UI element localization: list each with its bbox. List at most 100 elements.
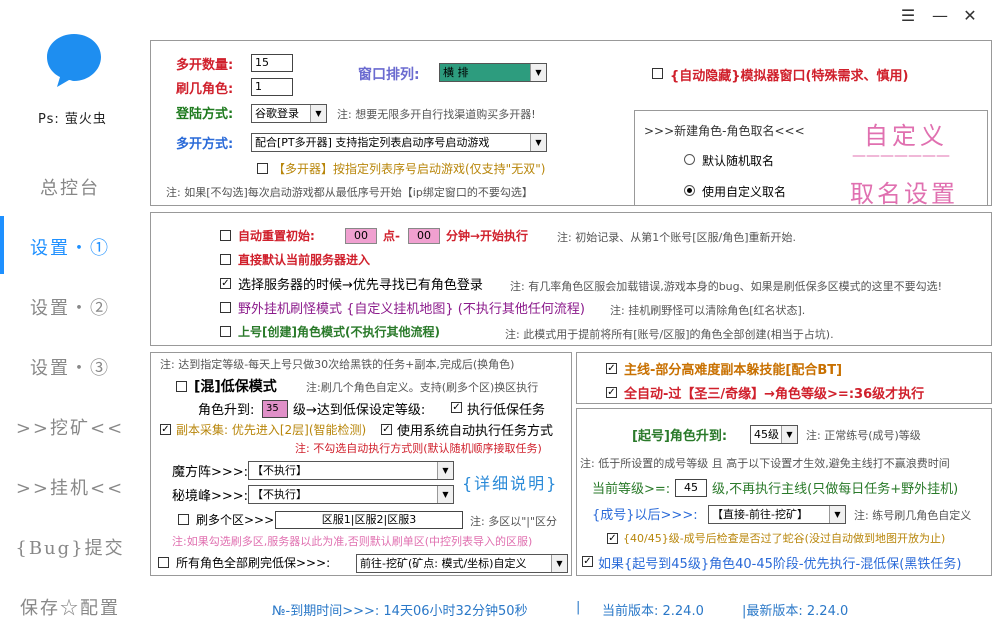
all-done-value: 前往-挖矿(矿点: 模式/坐标)自定义 (360, 557, 527, 570)
all-done-select[interactable]: 前往-挖矿(矿点: 模式/坐标)自定义 ▼ (356, 554, 568, 573)
level-tail: 级→达到低保设定等级: (293, 403, 426, 418)
exec-low-label: 执行低保任务 (467, 403, 546, 418)
expire-time: №-到期时间>>>: 14天06小时32分钟50秒 (272, 604, 528, 619)
demon-select[interactable]: 【不执行】 ▼ (248, 461, 454, 480)
peak-label: 秘境峰>>>: (172, 489, 249, 504)
minimize-button[interactable]: — (930, 6, 950, 26)
multi-note: 注: 如果[不勾选]每次启动游戏都从最低序号开始【ip绑定窗口的不要勾选】 (166, 186, 533, 199)
sys-checkbox[interactable]: ✓ (381, 424, 392, 435)
dungeon-checkbox[interactable]: ✓ (160, 424, 171, 435)
multi-select[interactable]: 配合[PT多开器] 支持指定列表启动序号启动游戏 ▼ (251, 133, 547, 152)
field-checkbox[interactable] (220, 302, 231, 313)
brush-label: 刷几角色: (176, 82, 234, 97)
latest-version: |最新版本: 2.24.0 (742, 604, 849, 619)
sys-note: 注: 不勾选自动执行方式则(默认随机顺序接取任务) (295, 442, 542, 455)
login-select[interactable]: 谷歌登录 ▼ (251, 104, 327, 123)
start-value: 45级 (754, 428, 779, 441)
field-label: 野外挂机刷怪模式 {自定义挂机地图} (不执行其他任何流程) (238, 302, 585, 317)
close-button[interactable]: ✕ (960, 6, 980, 26)
low-mode-checkbox[interactable] (176, 381, 187, 392)
create-note: 注: 此模式用于提前将所有[账号/区服]的角色全部创建(相当于占坑). (505, 328, 834, 341)
current-version: 当前版本: 2.24.0 (602, 604, 704, 619)
multi-value: 配合[PT多开器] 支持指定列表启动序号启动游戏 (255, 136, 490, 149)
reset-label: 自动重置初始: (238, 229, 315, 243)
hide-emulator-label: {自动隐藏}模拟器窗口(特殊需求、慎用) (670, 69, 909, 84)
main-skill-checkbox[interactable]: ✓ (606, 363, 617, 374)
snake-checkbox[interactable]: ✓ (607, 533, 618, 544)
after-note: 注: 练号刷几角色自定义 (854, 509, 972, 522)
nav-settings-2[interactable]: 设置・② (0, 294, 140, 320)
nav-save-config[interactable]: 保存☆配置 (0, 594, 140, 620)
after-value: 【直接-前往-挖矿】 (712, 508, 808, 521)
reset-checkbox[interactable] (220, 230, 231, 241)
chevron-down-icon: ▼ (829, 506, 845, 523)
reset-note: 注: 初始记录、从第1个账号[区服/角色]重新开始. (557, 231, 796, 244)
detail-link[interactable]: {详细说明} (462, 470, 558, 494)
arrange-label: 窗口排列: (358, 67, 420, 83)
chevron-down-icon: ▼ (310, 105, 326, 122)
brush-input[interactable]: 1 (251, 78, 293, 96)
start-note-2: 注: 低于所设置的成号等级 且 高于以下设置才生效,避免主线打不赢浪费时间 (580, 457, 950, 470)
arrange-value: 横 排 (443, 66, 469, 79)
custom-title-2[interactable]: 取名设置 (850, 174, 958, 209)
hide-emulator-checkbox[interactable] (652, 68, 663, 79)
login-value: 谷歌登录 (255, 107, 299, 120)
direct-checkbox[interactable] (220, 254, 231, 265)
low-mode-note: 注:刷几个角色自定义。支持(刷多个区)换区执行 (306, 381, 539, 394)
multi-label: 多开方式: (176, 137, 234, 152)
sys-label: 使用系统自动执行任务方式 (397, 424, 554, 439)
snake-label: {40/45}级-成号后检查是否过了蛇谷(没过自动做到地图开放为止) (623, 532, 946, 545)
peak-value: 【不执行】 (252, 488, 307, 501)
radio-random-name[interactable] (684, 154, 695, 165)
count-label: 多开数量: (176, 58, 234, 73)
chat-logo-icon (47, 34, 101, 87)
reset-minute-input[interactable]: 00 (408, 228, 440, 244)
chevron-down-icon: ▼ (437, 486, 453, 503)
radio-custom-name[interactable] (684, 185, 695, 196)
custom-title-line: ——————— (852, 148, 950, 164)
all-done-label: 所有角色全部刷完低保>>>: (176, 556, 331, 570)
cur-level-tail: 级,不再执行主线(只做每日任务+野外挂机) (712, 482, 959, 497)
after-select[interactable]: 【直接-前往-挖矿】 ▼ (708, 505, 846, 524)
multi-zone-label: 刷多个区>>>: (196, 513, 279, 527)
level-input[interactable]: 35 (262, 400, 288, 418)
menu-icon[interactable]: ☰ (898, 6, 918, 26)
cur-level-input[interactable]: 45 (675, 479, 707, 497)
custom-title-1: 自定义 (864, 122, 948, 150)
start-select[interactable]: 45级 ▼ (750, 425, 798, 444)
server-label: 选择服务器的时候→优先寻找已有角色登录 (238, 278, 483, 293)
level-label: 角色升到: (198, 403, 255, 418)
multi-zone-checkbox[interactable] (178, 514, 189, 525)
peak-select[interactable]: 【不执行】 ▼ (248, 485, 454, 504)
nav-console[interactable]: 总控台 (0, 174, 140, 200)
arrange-select[interactable]: 横 排 ▼ (439, 63, 547, 82)
create-label: 上号[创建]角色模式(不执行其他流程) (238, 325, 440, 339)
exec-low-checkbox[interactable]: ✓ (451, 402, 462, 413)
app-window: ☰ — ✕ Ps: 萤火虫 总控台 设置・① 设置・② 设置・③ >>挖矿<< … (0, 0, 996, 632)
multi-zone-input[interactable]: 区服1|区服2|区服3 (275, 511, 463, 529)
start-label: [起号]角色升到: (632, 429, 728, 444)
count-input[interactable]: 15 (251, 54, 293, 72)
chevron-down-icon: ▼ (530, 134, 546, 151)
chevron-down-icon: ▼ (551, 555, 567, 572)
nav-afk[interactable]: >>挂机<< (0, 474, 140, 500)
nav-bug-report[interactable]: {Bug}提交 (0, 534, 140, 560)
chevron-down-icon: ▼ (530, 64, 546, 81)
reset-hour-input[interactable]: 00 (345, 228, 377, 244)
auto-checkbox[interactable]: ✓ (606, 387, 617, 398)
multi-list-checkbox[interactable] (257, 163, 268, 174)
nav-settings-3[interactable]: 设置・③ (0, 354, 140, 380)
all-done-checkbox[interactable] (158, 557, 169, 568)
server-checkbox[interactable]: ✓ (220, 278, 231, 289)
start45-checkbox[interactable]: ✓ (582, 556, 593, 567)
auto-label: 全自动-过【圣三/奇缘】→角色等级>=:36级才执行 (624, 387, 925, 402)
multi-zone-note: 注: 多区以"|"区分 (470, 515, 558, 528)
random-name-label: 默认随机取名 (702, 154, 775, 168)
create-checkbox[interactable] (220, 326, 231, 337)
nav-settings-1[interactable]: 设置・① (0, 234, 140, 260)
server-note: 注: 有几率角色区服会加载错误,游戏本身的bug、如果是刷低保多区模式的这里不要… (510, 280, 943, 293)
nav-mining[interactable]: >>挖矿<< (0, 414, 140, 440)
author-label: Ps: 萤火虫 (38, 112, 107, 127)
start45-label: 如果{起号到45级}角色40-45阶段-优先执行-混低保(黑铁任务) (598, 557, 962, 572)
low-top-note: 注: 达到指定等级-每天上号只做30次给黑铁的任务+副本,完成后(换角色) (160, 358, 515, 371)
